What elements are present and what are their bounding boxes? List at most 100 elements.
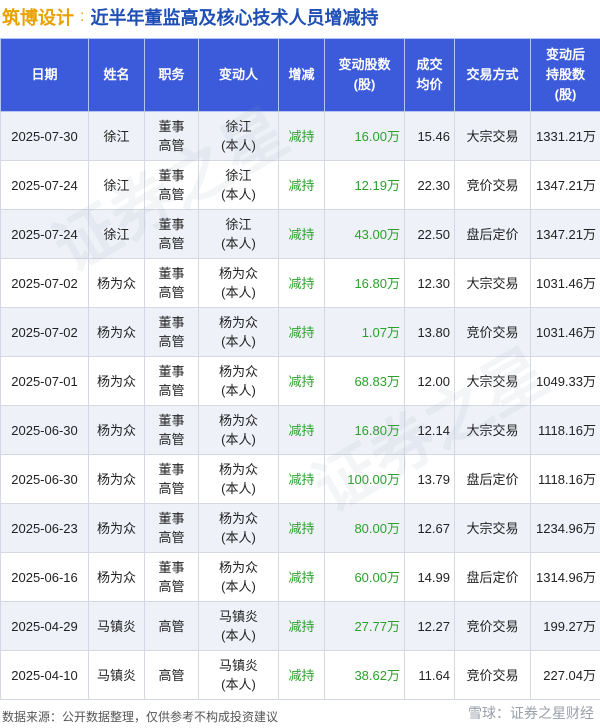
changer-cell: 杨为众 (本人) — [198, 552, 279, 602]
company-name: 筑博设计 — [2, 8, 74, 28]
name-cell: 马镇炎 — [88, 601, 145, 651]
table-row: 2025-07-24 徐江 董事 高管 徐江 (本人) 减持 43.00万 22.50 盘后定价 1… — [0, 209, 600, 259]
changer-cell: 杨为众 (本人) — [198, 356, 279, 406]
shares-changed-cell: 16.00万 — [324, 111, 405, 161]
name-cell: 徐江 — [88, 209, 145, 259]
table-row: 2025-06-16 杨为众 董事 高管 杨为众 (本人) 减持 60.00万 14.99 盘后定… — [0, 552, 600, 602]
avg-price-cell: 14.99 — [404, 552, 455, 602]
trade-method-cell: 大宗交易 — [454, 356, 531, 406]
title-separator: : — [80, 8, 85, 25]
direction-cell: 减持 — [278, 356, 325, 406]
shares-changed-cell: 68.83万 — [324, 356, 405, 406]
position-cell: 董事 高管 — [144, 405, 199, 455]
shares-changed-cell: 43.00万 — [324, 209, 405, 259]
name-cell: 杨为众 — [88, 405, 145, 455]
position-cell: 董事 高管 — [144, 209, 199, 259]
direction-cell: 减持 — [278, 552, 325, 602]
shares-changed-cell: 60.00万 — [324, 552, 405, 602]
column-header-changer: 变动人 — [198, 38, 279, 112]
date-cell: 2025-04-29 — [0, 601, 89, 651]
trade-method-cell: 竞价交易 — [454, 601, 531, 651]
table-row: 2025-07-02 杨为众 董事 高管 杨为众 (本人) 减持 16.80万 12.30 大宗交… — [0, 258, 600, 308]
date-cell: 2025-07-01 — [0, 356, 89, 406]
name-cell: 徐江 — [88, 160, 145, 210]
table-body: 2025-07-30 徐江 董事 高管 徐江 (本人) 减持 16.00万 15.46 大宗交易 1… — [0, 111, 600, 700]
column-header-shares-changed: 变动股数 (股) — [324, 38, 405, 112]
shares-changed-cell: 27.77万 — [324, 601, 405, 651]
data-source-note: 数据来源：公开数据整理，仅供参考不构成投资建议 — [2, 710, 279, 724]
changer-cell: 杨为众 (本人) — [198, 258, 279, 308]
table-row: 2025-07-30 徐江 董事 高管 徐江 (本人) 减持 16.00万 15.46 大宗交易 1… — [0, 111, 600, 161]
position-cell: 董事 高管 — [144, 356, 199, 406]
trade-method-cell: 竞价交易 — [454, 650, 531, 700]
table-row: 2025-06-23 杨为众 董事 高管 杨为众 (本人) 减持 80.00万 12.67 大宗交… — [0, 503, 600, 553]
shares-after-cell: 227.04万 — [530, 650, 600, 700]
table-title: 近半年董监高及核心技术人员增减持 — [90, 8, 379, 28]
direction-cell: 减持 — [278, 503, 325, 553]
direction-cell: 减持 — [278, 160, 325, 210]
direction-cell: 减持 — [278, 601, 325, 651]
column-header-avg-price: 成交 均价 — [404, 38, 455, 112]
shares-after-cell: 1331.21万 — [530, 111, 600, 161]
changer-cell: 徐江 (本人) — [198, 209, 279, 259]
position-cell: 董事 高管 — [144, 552, 199, 602]
direction-cell: 减持 — [278, 307, 325, 357]
shares-changed-cell: 12.19万 — [324, 160, 405, 210]
shares-changed-cell: 80.00万 — [324, 503, 405, 553]
column-header-date: 日期 — [0, 38, 89, 112]
shares-after-cell: 1031.46万 — [530, 258, 600, 308]
direction-cell: 减持 — [278, 650, 325, 700]
date-cell: 2025-07-02 — [0, 307, 89, 357]
changer-cell: 杨为众 (本人) — [198, 405, 279, 455]
avg-price-cell: 12.67 — [404, 503, 455, 553]
column-header-name: 姓名 — [88, 38, 145, 112]
shares-after-cell: 1234.96万 — [530, 503, 600, 553]
column-header-position: 职务 — [144, 38, 199, 112]
position-cell: 高管 — [144, 601, 199, 651]
position-cell: 董事 高管 — [144, 111, 199, 161]
date-cell: 2025-07-24 — [0, 160, 89, 210]
shares-after-cell: 1314.96万 — [530, 552, 600, 602]
direction-cell: 减持 — [278, 454, 325, 504]
position-cell: 董事 高管 — [144, 258, 199, 308]
table-row: 2025-04-10 马镇炎 高管 马镇炎 (本人) 减持 38.62万 11.64 竞价交易 2… — [0, 650, 600, 700]
trade-method-cell: 竞价交易 — [454, 307, 531, 357]
table-row: 2025-04-29 马镇炎 高管 马镇炎 (本人) 减持 27.77万 12.27 竞价交易 1… — [0, 601, 600, 651]
trade-method-cell: 大宗交易 — [454, 503, 531, 553]
date-cell: 2025-06-30 — [0, 405, 89, 455]
table-row: 2025-07-24 徐江 董事 高管 徐江 (本人) 减持 12.19万 22.30 竞价交易 1… — [0, 160, 600, 210]
trade-method-cell: 大宗交易 — [454, 111, 531, 161]
changer-cell: 马镇炎 (本人) — [198, 650, 279, 700]
trade-method-cell: 竞价交易 — [454, 160, 531, 210]
avg-price-cell: 22.50 — [404, 209, 455, 259]
changer-cell: 杨为众 (本人) — [198, 454, 279, 504]
shares-after-cell: 1049.33万 — [530, 356, 600, 406]
date-cell: 2025-06-16 — [0, 552, 89, 602]
shares-after-cell: 1118.16万 — [530, 405, 600, 455]
column-header-direction: 增减 — [278, 38, 325, 112]
table-header-row: 日期 姓名 职务 变动人 增减 变动股数 (股) 成交 均价 交易方式 变动后 持股数 (股) — [0, 38, 600, 112]
name-cell: 杨为众 — [88, 307, 145, 357]
name-cell: 徐江 — [88, 111, 145, 161]
trade-method-cell: 盘后定价 — [454, 454, 531, 504]
position-cell: 董事 高管 — [144, 503, 199, 553]
page-title: 筑博设计 : 近半年董监高及核心技术人员增减持 — [0, 0, 600, 34]
shares-changed-cell: 16.80万 — [324, 405, 405, 455]
shares-after-cell: 199.27万 — [530, 601, 600, 651]
avg-price-cell: 15.46 — [404, 111, 455, 161]
shares-after-cell: 1347.21万 — [530, 160, 600, 210]
insider-trades-table: 日期 姓名 职务 变动人 增减 变动股数 (股) 成交 均价 交易方式 变动后 持股数 (股) 2025… — [0, 38, 600, 700]
name-cell: 杨为众 — [88, 552, 145, 602]
name-cell: 杨为众 — [88, 356, 145, 406]
avg-price-cell: 22.30 — [404, 160, 455, 210]
shares-changed-cell: 38.62万 — [324, 650, 405, 700]
date-cell: 2025-06-30 — [0, 454, 89, 504]
shares-changed-cell: 100.00万 — [324, 454, 405, 504]
table-row: 2025-07-01 杨为众 董事 高管 杨为众 (本人) 减持 68.83万 12.00 大宗交… — [0, 356, 600, 406]
table-row: 2025-07-02 杨为众 董事 高管 杨为众 (本人) 减持 1.07万 13.80 竞价交易… — [0, 307, 600, 357]
trade-method-cell: 大宗交易 — [454, 258, 531, 308]
trade-method-cell: 盘后定价 — [454, 209, 531, 259]
shares-after-cell: 1347.21万 — [530, 209, 600, 259]
table-row: 2025-06-30 杨为众 董事 高管 杨为众 (本人) 减持 16.80万 12.14 大宗交… — [0, 405, 600, 455]
direction-cell: 减持 — [278, 405, 325, 455]
